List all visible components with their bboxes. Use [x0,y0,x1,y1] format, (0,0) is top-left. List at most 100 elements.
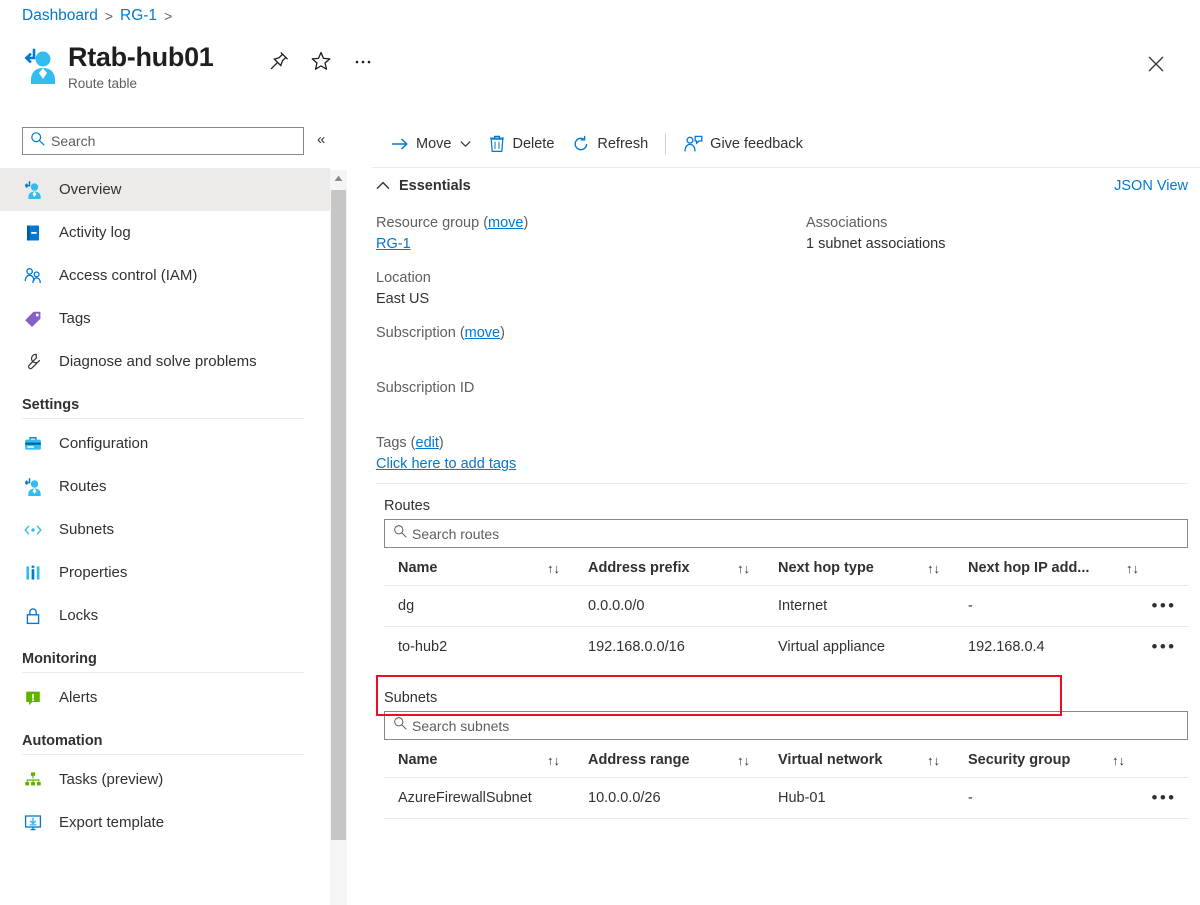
sidebar-item-label: Tasks (preview) [59,771,163,788]
routes-col-address-prefix[interactable]: Address prefix ↑↓ [574,551,764,586]
row-menu-ellipsis-icon[interactable]: ••• [1139,778,1189,819]
breadcrumb-item-rg-1[interactable]: RG-1 [120,7,157,25]
sidebar-search-box[interactable] [22,127,304,155]
json-view-link[interactable]: JSON View [1114,178,1188,194]
command-bar: Move Delete [370,120,1200,167]
sidebar-item-configuration[interactable]: Configuration [0,422,330,465]
sidebar-item-subnets[interactable]: Subnets [0,508,330,551]
subnets-col-virtual-network[interactable]: Virtual network ↑↓ [764,743,954,778]
sort-arrows-icon[interactable]: ↑↓ [737,561,764,576]
table-row[interactable]: AzureFirewallSubnet 10.0.0.0/26 Hub-01 -… [384,778,1189,819]
subnets-col-actions [1139,743,1189,778]
routes-search-input[interactable] [412,526,1179,542]
subnets-search-box[interactable] [384,711,1188,740]
sidebar-item-overview[interactable]: Overview [0,168,330,211]
subnets-search-input[interactable] [412,718,1179,734]
subnets-col-name[interactable]: Name ↑↓ [384,743,574,778]
field-label: Subscription ID [376,378,806,399]
sidebar-item-label: Tags [59,310,91,327]
sort-arrows-icon[interactable]: ↑↓ [547,753,574,768]
move-button[interactable]: Move [382,128,480,160]
sidebar-item-tags[interactable]: Tags [0,297,330,340]
field-tags: Tags (edit) Click here to add tags [376,433,806,475]
subnets-cell-security-group: - [954,778,1139,819]
tags-edit-link[interactable]: edit [416,435,439,451]
resource-group-move-link[interactable]: move [488,215,523,231]
sidebar-item-access-control[interactable]: Access control (IAM) [0,254,330,297]
sidebar-item-label: Properties [59,564,127,581]
routes-col-name[interactable]: Name ↑↓ [384,551,574,586]
properties-icon [22,562,44,584]
sidebar-item-label: Overview [59,181,122,198]
sidebar-item-tasks[interactable]: Tasks (preview) [0,758,330,801]
breadcrumb-separator-2: > [164,8,172,24]
refresh-button[interactable]: Refresh [563,128,657,160]
search-icon [30,131,45,151]
routes-table-header-row: Name ↑↓ Address prefix ↑↓ Next hop type … [384,551,1189,586]
sort-arrows-icon[interactable]: ↑↓ [927,561,954,576]
sidebar-item-alerts[interactable]: Alerts [0,676,330,719]
sidebar-item-diagnose[interactable]: Diagnose and solve problems [0,340,330,383]
wrench-icon [22,351,44,373]
essentials-title: Essentials [399,178,471,194]
sidebar-item-activity-log[interactable]: Activity log [0,211,330,254]
give-feedback-button[interactable]: Give feedback [674,128,812,160]
column-label: Security group [968,752,1070,768]
scroll-up-arrow-icon[interactable] [330,170,347,186]
sort-arrows-icon[interactable]: ↑↓ [547,561,574,576]
field-value: Click here to add tags [376,454,806,475]
sidebar-group-automation: Automation [0,733,330,749]
sidebar-item-properties[interactable]: Properties [0,551,330,594]
pin-icon[interactable] [268,50,290,72]
search-icon [393,716,407,735]
search-input[interactable] [51,133,296,149]
breadcrumb-item-dashboard[interactable]: Dashboard [22,7,98,25]
add-tags-link[interactable]: Click here to add tags [376,456,516,472]
sort-arrows-icon[interactable]: ↑↓ [1112,753,1139,768]
field-label: Resource group (move) [376,213,806,234]
sidebar-item-locks[interactable]: Locks [0,594,330,637]
sidebar-scroll-thumb[interactable] [331,190,346,840]
close-icon[interactable] [1142,50,1170,78]
table-row[interactable]: to-hub2 192.168.0.0/16 Virtual appliance… [384,627,1189,668]
row-menu-ellipsis-icon[interactable]: ••• [1139,627,1189,668]
ellipsis-icon[interactable] [352,50,374,72]
sidebar-item-label: Routes [59,478,107,495]
sort-arrows-icon[interactable]: ↑↓ [927,753,954,768]
chevron-down-icon [460,136,471,152]
trash-icon [489,135,505,153]
star-icon[interactable] [310,50,332,72]
sidebar-scrollbar[interactable] [330,170,347,905]
resource-group-value-link[interactable]: RG-1 [376,236,411,252]
sidebar-nav-list: Overview Activity log [0,168,330,844]
subnets-cell-virtual-network: Hub-01 [764,778,954,819]
subnets-col-security-group[interactable]: Security group ↑↓ [954,743,1139,778]
routes-col-next-hop-type[interactable]: Next hop type ↑↓ [764,551,954,586]
field-value: 1 subnet associations [806,234,1200,255]
routes-col-next-hop-ip[interactable]: Next hop IP add... ↑↓ [954,551,1139,586]
subnets-col-address-range[interactable]: Address range ↑↓ [574,743,764,778]
column-label: Next hop IP add... [968,560,1089,576]
sidebar-item-routes[interactable]: Routes [0,465,330,508]
command-bar-divider [665,133,666,155]
sidebar-item-label: Diagnose and solve problems [59,353,257,370]
essentials-left-column: Resource group (move) RG-1 Location East… [376,213,806,475]
row-menu-ellipsis-icon[interactable]: ••• [1139,586,1189,627]
sidebar-group-divider [22,418,304,419]
routes-col-actions [1139,551,1189,586]
sidebar-item-export-template[interactable]: Export template [0,801,330,844]
subnets-caption: Subnets [384,690,1188,706]
subscription-move-link[interactable]: move [465,325,500,341]
sidebar-collapse-button[interactable]: « [317,131,325,149]
access-control-icon [22,265,44,287]
field-resource-group: Resource group (move) RG-1 [376,213,806,255]
essentials-toggle[interactable]: Essentials [376,177,471,195]
command-bar-underline [372,167,1200,168]
breadcrumb: Dashboard > RG-1 > [22,7,172,25]
sort-arrows-icon[interactable]: ↑↓ [1126,561,1139,576]
routes-search-box[interactable] [384,519,1188,548]
page-subtitle: Route table [68,75,214,92]
sort-arrows-icon[interactable]: ↑↓ [737,753,764,768]
table-row[interactable]: dg 0.0.0.0/0 Internet - ••• [384,586,1189,627]
delete-button[interactable]: Delete [480,128,563,160]
